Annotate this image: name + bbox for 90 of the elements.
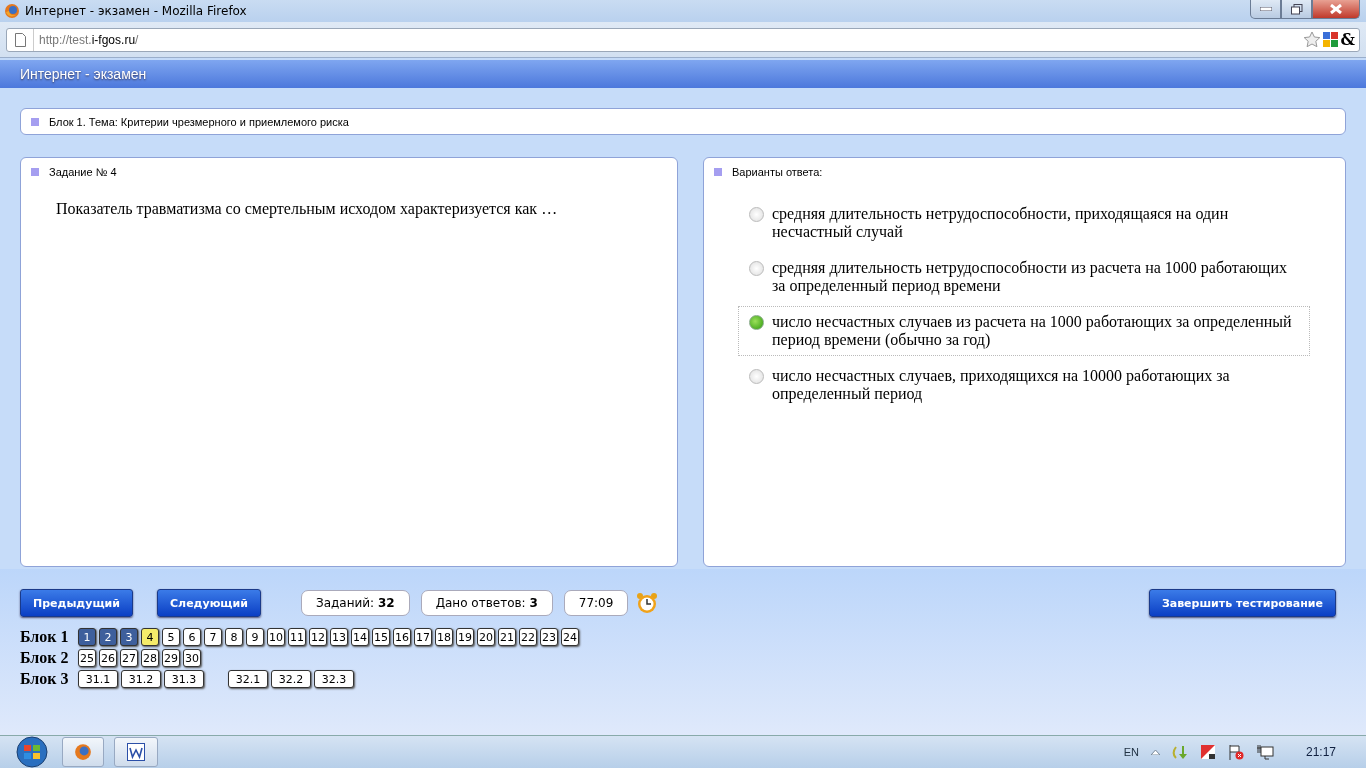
answer-option[interactable]: число несчастных случаев из расчета на 1000 работающих за определенный период времени (обычно за год): [738, 306, 1310, 356]
question-number-button[interactable]: 30: [183, 649, 201, 667]
option-text: средняя длительность нетрудоспособности, приходящаяся на один несчастный случай: [772, 205, 1230, 241]
question-number-button[interactable]: 2: [99, 628, 117, 646]
question-number-button[interactable]: 28: [141, 649, 159, 667]
question-number-button[interactable]: 8: [225, 628, 243, 646]
radio-button[interactable]: [749, 261, 764, 276]
question-number-button[interactable]: 27: [120, 649, 138, 667]
taskbar-document-button[interactable]: [114, 737, 158, 767]
alarm-clock-icon: [636, 592, 659, 614]
page-header: Интернет - экзамен: [0, 60, 1366, 88]
radio-button[interactable]: [749, 369, 764, 384]
question-number-button[interactable]: 31.1: [78, 670, 118, 688]
browser-logo-icon: [4, 3, 20, 19]
triangle-icon[interactable]: [1150, 749, 1160, 755]
question-number-button[interactable]: 7: [204, 628, 222, 646]
restore-button[interactable]: [1281, 0, 1312, 19]
question-number-button[interactable]: 9: [246, 628, 264, 646]
bullet-icon: [714, 168, 722, 176]
bullet-icon: [31, 168, 39, 176]
question-number-button[interactable]: 23: [540, 628, 558, 646]
browser-logo-icon: [74, 743, 92, 761]
question-number-button[interactable]: 13: [330, 628, 348, 646]
flag-error-icon[interactable]: [1227, 744, 1244, 760]
antivirus-icon[interactable]: [1199, 744, 1216, 760]
restore-icon: [1290, 3, 1303, 15]
answers-heading: Варианты ответа:: [732, 166, 823, 178]
question-number-button[interactable]: 31.2: [121, 670, 161, 688]
close-icon: [1330, 4, 1342, 14]
document-w-icon: [127, 743, 145, 761]
question-number-button[interactable]: 10: [267, 628, 285, 646]
question-number-button[interactable]: 25: [78, 649, 96, 667]
question-number-button[interactable]: 16: [393, 628, 411, 646]
block-label: Блок 1: [20, 628, 70, 646]
bullet-icon: [31, 117, 39, 126]
question-number-button[interactable]: 26: [99, 649, 117, 667]
answer-option[interactable]: средняя длительность нетрудоспособности из расчета на 1000 работающих за определенный период времени: [738, 252, 1310, 302]
question-text: Показатель травматизма со смертельным исходом характеризуется как …: [56, 200, 559, 218]
question-number-button[interactable]: 4: [141, 628, 159, 646]
colored-squares-icon[interactable]: [1322, 31, 1339, 48]
answers-count: Дано ответов: 3: [420, 590, 553, 616]
option-text: число несчастных случаев, приходящихся на 10000 работающих за определенный период: [772, 367, 1231, 403]
radio-button[interactable]: [749, 207, 764, 222]
question-number-button[interactable]: 11: [288, 628, 306, 646]
question-number-button[interactable]: 14: [351, 628, 369, 646]
next-button[interactable]: Следующий: [157, 589, 261, 617]
question-number-button[interactable]: 15: [372, 628, 390, 646]
answer-option[interactable]: средняя длительность нетрудоспособности, приходящаяся на один несчастный случай: [738, 198, 1310, 248]
window-title: Интернет - экзамен - Mozilla Firefox: [25, 4, 247, 18]
toolbar-glyph[interactable]: &: [1340, 30, 1355, 49]
taskbar-clock: 21:17: [1305, 745, 1336, 759]
url-text: http://test.i-fgos.ru/: [39, 32, 139, 47]
block-label: Блок 3: [20, 670, 70, 688]
question-number-button[interactable]: 31.3: [164, 670, 204, 688]
network-monitor-icon[interactable]: [1255, 744, 1274, 760]
question-number-button[interactable]: 3: [120, 628, 138, 646]
taskbar-browser-button[interactable]: [62, 737, 104, 767]
finish-test-button[interactable]: Завершить тестирование: [1148, 589, 1336, 617]
answer-option[interactable]: число несчастных случаев, приходящихся на 10000 работающих за определенный период: [738, 360, 1310, 410]
question-number-button[interactable]: 17: [414, 628, 432, 646]
question-number-button[interactable]: 32.2: [271, 670, 311, 688]
block-label: Блок 2: [20, 649, 70, 667]
minimize-icon: [1259, 7, 1272, 11]
question-number-button[interactable]: 5: [162, 628, 180, 646]
topic-text: Блок 1. Тема: Критерии чрезмерного и приемлемого риска: [49, 115, 349, 128]
close-button[interactable]: [1312, 0, 1360, 19]
timer: 77:09: [563, 590, 629, 616]
question-number-button[interactable]: 12: [309, 628, 327, 646]
question-number-button[interactable]: 24: [561, 628, 579, 646]
question-number-button[interactable]: 22: [519, 628, 537, 646]
star-icon[interactable]: [1302, 31, 1321, 48]
language-indicator[interactable]: EN: [1123, 746, 1139, 758]
radio-button[interactable]: [749, 315, 764, 330]
question-number-button[interactable]: 21: [498, 628, 516, 646]
task-heading: Задание № 4: [49, 166, 117, 178]
previous-button[interactable]: Предыдущий: [20, 589, 133, 617]
option-text: средняя длительность нетрудоспособности из расчета на 1000 работающих за определенный период времени: [772, 259, 1288, 295]
question-number-button[interactable]: 29: [162, 649, 180, 667]
question-number-button[interactable]: 1: [78, 628, 96, 646]
option-text: число несчастных случаев из расчета на 1000 работающих за определенный период времени (обычно за год): [772, 313, 1293, 349]
question-number-button[interactable]: 19: [456, 628, 474, 646]
question-number-button[interactable]: 20: [477, 628, 495, 646]
page-icon: [14, 32, 26, 47]
minimize-button[interactable]: [1250, 0, 1281, 19]
question-number-button[interactable]: 32.3: [314, 670, 354, 688]
tasks-count: Заданий: 32: [300, 590, 410, 616]
address-bar[interactable]: http://test.i-fgos.ru/ &: [6, 27, 1360, 52]
question-number-button[interactable]: 32.1: [228, 670, 268, 688]
question-number-button[interactable]: 18: [435, 628, 453, 646]
question-number-button[interactable]: 6: [183, 628, 201, 646]
